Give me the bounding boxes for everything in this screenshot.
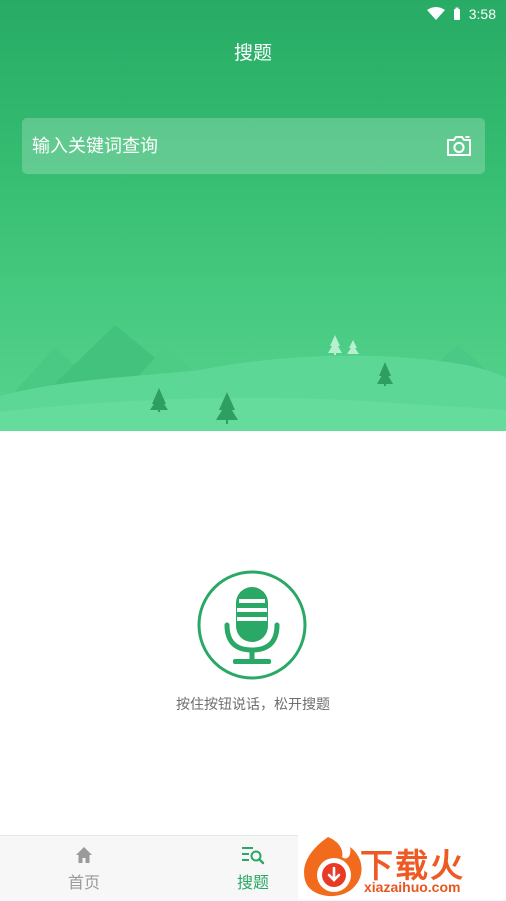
search-bar[interactable]: [22, 118, 485, 174]
tab-home[interactable]: 首页: [19, 836, 149, 901]
tab-search-label: 搜题: [236, 872, 269, 892]
camera-icon[interactable]: [443, 130, 475, 162]
home-icon: [76, 846, 92, 863]
microphone-icon: [197, 570, 307, 680]
flame-logo-icon: [304, 837, 362, 897]
landscape-illustration: [0, 325, 506, 431]
page-title: 搜题: [233, 42, 272, 64]
status-bar: 3:58: [426, 0, 506, 28]
tab-home-label: 首页: [67, 872, 100, 892]
search-input[interactable]: [32, 135, 443, 157]
status-time: 3:58: [468, 6, 496, 22]
watermark-url: xiazaihuo.com: [364, 879, 461, 895]
battery-icon: [453, 7, 460, 20]
watermark: 下载火 xiazaihuo.com: [298, 835, 506, 900]
wifi-icon: [426, 7, 445, 20]
voice-hint: 按住按钮说话，松开搜题: [176, 697, 330, 713]
hero-banner: 3:58 搜题: [0, 0, 506, 431]
voice-search-button[interactable]: [197, 570, 307, 680]
search-list-icon: [242, 846, 265, 864]
